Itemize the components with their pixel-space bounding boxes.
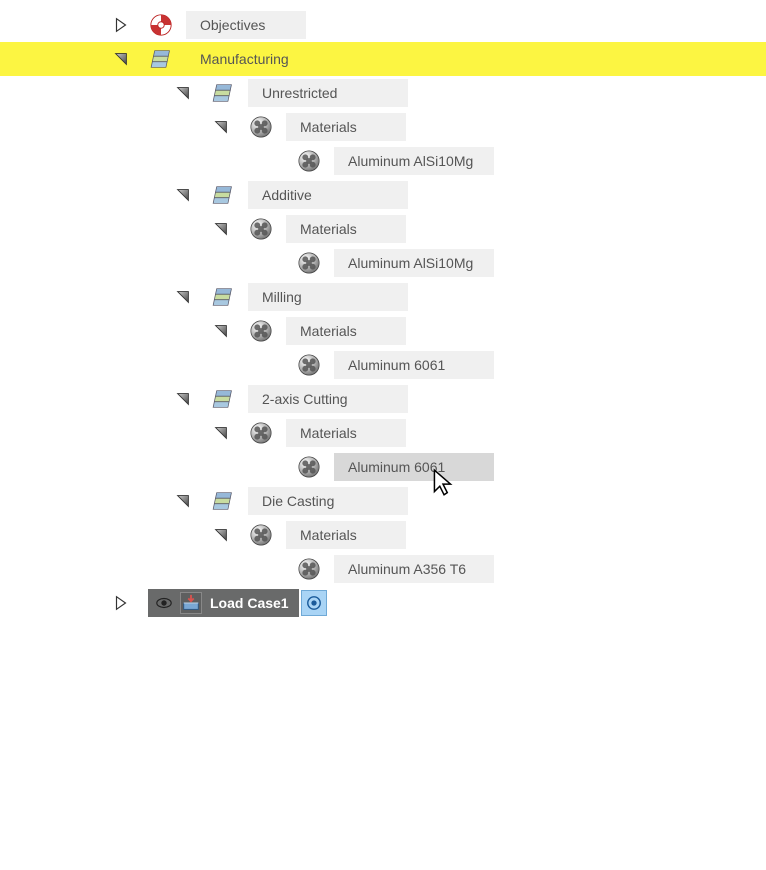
expand-arrow-expanded-icon[interactable]: [212, 322, 230, 340]
tree-item-method[interactable]: 2-axis Cutting: [0, 382, 766, 416]
sphere-icon: [248, 420, 274, 446]
tree-item-label: Materials: [286, 521, 406, 549]
tree-item-materials[interactable]: Materials: [0, 518, 766, 552]
layers-icon: [210, 284, 236, 310]
expand-arrow-expanded-icon[interactable]: [212, 118, 230, 136]
tree-item-label: Aluminum 6061: [334, 453, 494, 481]
tree-item-label: Materials: [286, 215, 406, 243]
tree-item-method[interactable]: Milling: [0, 280, 766, 314]
loadcase-active-radio[interactable]: [301, 590, 327, 616]
expand-arrow-expanded-icon[interactable]: [212, 526, 230, 544]
tree-item-objectives[interactable]: Objectives: [0, 8, 766, 42]
tree-item-label: Manufacturing: [186, 45, 346, 73]
tree-item-label: Aluminum AlSi10Mg: [334, 147, 494, 175]
sphere-icon: [296, 250, 322, 276]
sphere-icon: [248, 522, 274, 548]
tree-item-manufacturing[interactable]: Manufacturing: [0, 42, 766, 76]
tree-item-label: Milling: [248, 283, 408, 311]
layers-icon: [148, 46, 174, 72]
visibility-eye-icon[interactable]: [154, 593, 174, 613]
layers-icon: [210, 80, 236, 106]
expand-arrow-expanded-icon[interactable]: [174, 288, 192, 306]
tree-item-label: Aluminum 6061: [334, 351, 494, 379]
tree-item-label: Additive: [248, 181, 408, 209]
expand-arrow-collapsed-icon[interactable]: [112, 594, 130, 612]
loadcase-bar[interactable]: Load Case1: [148, 589, 299, 617]
tree-item-label: Objectives: [186, 11, 306, 39]
sphere-icon: [296, 556, 322, 582]
sphere-icon: [296, 352, 322, 378]
tree-item-materials[interactable]: Materials: [0, 416, 766, 450]
expand-arrow-expanded-icon[interactable]: [174, 84, 192, 102]
tree-item-materials[interactable]: Materials: [0, 212, 766, 246]
layers-icon: [210, 182, 236, 208]
tree-item-method[interactable]: Additive: [0, 178, 766, 212]
layers-icon: [210, 488, 236, 514]
loadcase-label: Load Case1: [210, 595, 295, 611]
tree-item-material[interactable]: Aluminum 6061: [0, 348, 766, 382]
expand-arrow-expanded-icon[interactable]: [112, 50, 130, 68]
expand-arrow-expanded-icon[interactable]: [212, 424, 230, 442]
tree-item-method[interactable]: Die Casting: [0, 484, 766, 518]
expand-arrow-expanded-icon[interactable]: [174, 390, 192, 408]
tree-item-material[interactable]: Aluminum 6061: [0, 450, 766, 484]
sphere-icon: [248, 114, 274, 140]
expand-arrow-collapsed-icon[interactable]: [112, 16, 130, 34]
tree-item-material[interactable]: Aluminum AlSi10Mg: [0, 246, 766, 280]
tree-item-loadcase[interactable]: Load Case1: [0, 586, 766, 620]
tree-item-label: Aluminum A356 T6: [334, 555, 494, 583]
layers-icon: [210, 386, 236, 412]
load-icon: [180, 592, 202, 614]
tree-item-label: Materials: [286, 113, 406, 141]
tree-item-label: Materials: [286, 419, 406, 447]
tree-item-label: Materials: [286, 317, 406, 345]
tree-item-materials[interactable]: Materials: [0, 314, 766, 348]
sphere-icon: [248, 216, 274, 242]
sphere-icon: [296, 454, 322, 480]
tree-item-materials[interactable]: Materials: [0, 110, 766, 144]
expand-arrow-expanded-icon[interactable]: [174, 492, 192, 510]
tree-item-label: 2-axis Cutting: [248, 385, 408, 413]
tree-item-material[interactable]: Aluminum AlSi10Mg: [0, 144, 766, 178]
tree-item-label: Die Casting: [248, 487, 408, 515]
tree-item-label: Aluminum AlSi10Mg: [334, 249, 494, 277]
expand-arrow-expanded-icon[interactable]: [212, 220, 230, 238]
tree-item-material[interactable]: Aluminum A356 T6: [0, 552, 766, 586]
sphere-icon: [248, 318, 274, 344]
objectives-icon: [148, 12, 174, 38]
tree-item-label: Unrestricted: [248, 79, 408, 107]
sphere-icon: [296, 148, 322, 174]
tree-item-method[interactable]: Unrestricted: [0, 76, 766, 110]
expand-arrow-expanded-icon[interactable]: [174, 186, 192, 204]
